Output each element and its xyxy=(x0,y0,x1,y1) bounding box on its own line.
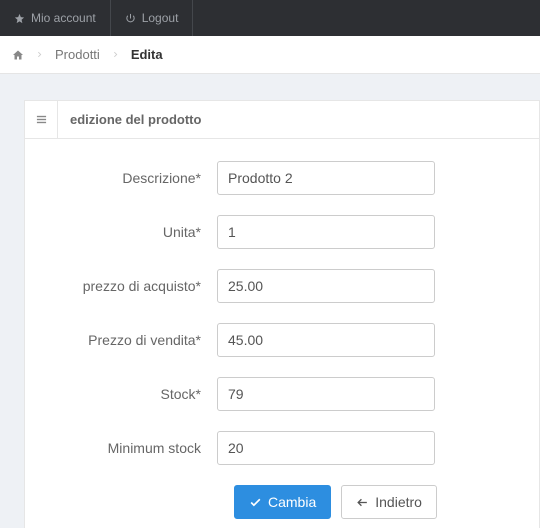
back-button[interactable]: Indietro xyxy=(341,485,437,519)
breadcrumb-item-prodotti[interactable]: Prodotti xyxy=(55,47,100,62)
submit-button[interactable]: Cambia xyxy=(234,485,331,519)
submit-button-label: Cambia xyxy=(268,494,316,510)
menu-icon xyxy=(35,114,48,125)
form-row-unita: Unita* xyxy=(49,215,515,249)
breadcrumb-home[interactable] xyxy=(12,49,24,61)
breadcrumb-item-edita: Edita xyxy=(131,47,163,62)
stock-input[interactable] xyxy=(217,377,435,411)
page: edizione del prodotto Descrizione* Unita… xyxy=(0,74,540,528)
panel-product-edit: edizione del prodotto Descrizione* Unita… xyxy=(24,100,540,528)
topbar-logout-label: Logout xyxy=(142,11,179,25)
topbar-logout-link[interactable]: Logout xyxy=(111,0,194,36)
minimum-stock-input[interactable] xyxy=(217,431,435,465)
panel-body: Descrizione* Unita* prezzo di acquisto* … xyxy=(25,139,539,528)
chevron-right-icon xyxy=(36,49,43,60)
form-label: Minimum stock xyxy=(49,440,217,456)
prezzo-vendita-input[interactable] xyxy=(217,323,435,357)
star-icon xyxy=(14,13,25,24)
form-row-descrizione: Descrizione* xyxy=(49,161,515,195)
form-label: Unita* xyxy=(49,224,217,240)
check-icon xyxy=(249,496,262,509)
form-label: Prezzo di vendita* xyxy=(49,332,217,348)
chevron-right-icon xyxy=(112,49,119,60)
topbar-spacer xyxy=(193,0,540,36)
form-row-minimum-stock: Minimum stock xyxy=(49,431,515,465)
topbar: Mio account Logout xyxy=(0,0,540,36)
form-row-stock: Stock* xyxy=(49,377,515,411)
form-label: Descrizione* xyxy=(49,170,217,186)
descrizione-input[interactable] xyxy=(217,161,435,195)
breadcrumb: Prodotti Edita xyxy=(0,36,540,74)
prezzo-acquisto-input[interactable] xyxy=(217,269,435,303)
back-button-label: Indietro xyxy=(375,494,422,510)
form-actions: Cambia Indietro xyxy=(49,485,515,519)
arrow-left-icon xyxy=(356,496,369,509)
panel-header: edizione del prodotto xyxy=(25,101,539,139)
form-row-prezzo-vendita: Prezzo di vendita* xyxy=(49,323,515,357)
panel-title: edizione del prodotto xyxy=(58,101,539,138)
form-label: Stock* xyxy=(49,386,217,402)
power-icon xyxy=(125,13,136,24)
home-icon xyxy=(12,49,24,61)
topbar-account-link[interactable]: Mio account xyxy=(0,0,111,36)
form-row-prezzo-acquisto: prezzo di acquisto* xyxy=(49,269,515,303)
panel-menu-button[interactable] xyxy=(25,101,58,138)
form-label: prezzo di acquisto* xyxy=(49,278,217,294)
unita-input[interactable] xyxy=(217,215,435,249)
topbar-account-label: Mio account xyxy=(31,11,96,25)
